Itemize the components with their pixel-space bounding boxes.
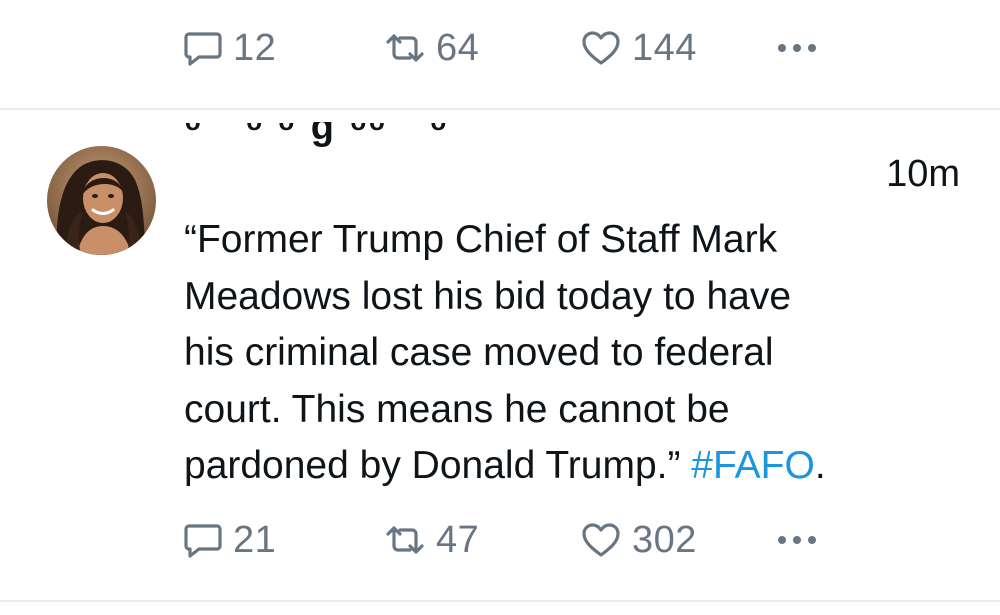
reply-icon [184,524,222,558]
avatar[interactable] [47,146,156,255]
hashtag-link[interactable]: #FAFO [691,444,815,487]
display-name-partial[interactable]: ᵕ ˜ ᵕ ᵕ ɠ ᵕᵕ ˜ ᵕ [185,122,705,158]
tweet-text-line: his criminal case moved to federal [184,331,774,374]
like-count: 302 [632,518,697,561]
more-icon [778,44,816,52]
display-name-text: ᵕ ˜ ᵕ ᵕ ɠ ᵕᵕ ˜ ᵕ [185,122,450,148]
reply-button[interactable]: 21 [183,510,276,570]
tweet-text: “Former Trump Chief of Staff Mark Meadow… [184,212,974,495]
tweet-actions: 21 47 302 [0,510,1000,570]
retweet-icon [386,34,424,62]
reply-button[interactable]: 12 [183,18,276,78]
like-count: 144 [632,26,697,69]
tweet-text-line: “Former Trump Chief of Staff Mark [184,218,778,261]
retweet-count: 64 [436,26,480,69]
like-icon [582,31,620,65]
tweet-text-line: Meadows lost his bid today to have [184,274,792,318]
reply-count: 21 [233,518,277,561]
tweet-timestamp[interactable]: 10m [886,153,960,196]
more-button[interactable] [778,510,816,570]
tweet-text-fragment: pardoned by Donald Trump.” [184,444,692,487]
tweet-actions-prev: 12 64 144 [0,18,1000,78]
tweet-text-trailing: . [814,444,826,487]
reply-count: 12 [233,26,277,69]
tweet-text-line-last: pardoned by Donald Trump.” #FAFO. [184,438,974,495]
more-icon [778,536,816,544]
like-button[interactable]: 302 [580,510,697,570]
tweet-text-line: court. This means he cannot be [184,387,730,431]
retweet-button[interactable]: 47 [384,510,479,570]
more-button[interactable] [778,18,816,78]
like-button[interactable]: 144 [580,18,697,78]
timeline: 12 64 144 ᵕ ˜ ᵕ ᵕ ɠ ᵕᵕ ˜ ᵕ 10m “Former T… [0,0,1000,615]
retweet-button[interactable]: 64 [384,18,479,78]
retweet-icon [386,526,424,554]
retweet-count: 47 [436,518,480,561]
tweet-divider [0,108,1000,110]
tweet-divider [0,600,1000,602]
like-icon [582,523,620,557]
reply-icon [184,32,222,66]
